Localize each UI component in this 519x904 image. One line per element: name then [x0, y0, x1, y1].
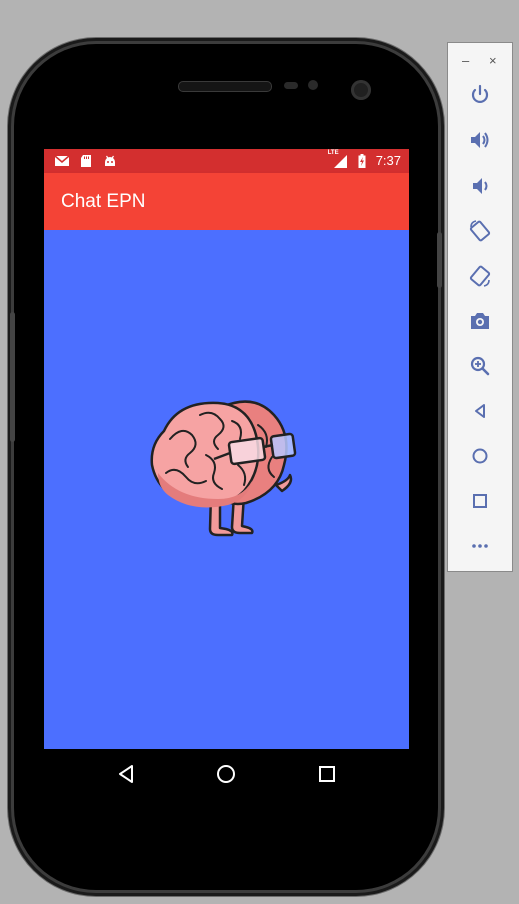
- recents-icon[interactable]: [316, 763, 338, 785]
- lte-signal-icon: LTE: [328, 150, 348, 169]
- device-screen: LTE 7:37 Chat EPN: [44, 149, 409, 799]
- home-icon[interactable]: [468, 444, 492, 468]
- toolbar-window-controls: – ×: [448, 53, 512, 69]
- side-button-right[interactable]: [437, 232, 442, 288]
- emulator-toolbar: – ×: [447, 42, 513, 572]
- rotate-left-icon[interactable]: [468, 219, 492, 243]
- back-icon[interactable]: [468, 399, 492, 423]
- app-title: Chat EPN: [61, 191, 146, 212]
- navigation-bar: [44, 749, 409, 799]
- earpiece-speaker: [178, 81, 272, 92]
- minimize-button[interactable]: –: [462, 53, 469, 68]
- power-icon[interactable]: [468, 83, 492, 107]
- overview-icon[interactable]: [468, 489, 492, 513]
- status-bar: LTE 7:37: [44, 149, 409, 173]
- close-button[interactable]: ×: [489, 53, 497, 68]
- network-type-label: LTE: [327, 150, 339, 156]
- status-time: 7:37: [375, 153, 401, 168]
- gmail-notification-icon: [54, 153, 70, 169]
- light-sensor: [308, 80, 318, 90]
- side-button-left[interactable]: [10, 312, 15, 442]
- proximity-sensor: [284, 82, 298, 89]
- app-toolbar: Chat EPN: [44, 173, 409, 230]
- battery-charging-icon: [354, 153, 370, 169]
- zoom-icon[interactable]: [468, 354, 492, 378]
- rotate-right-icon[interactable]: [468, 264, 492, 288]
- brain-with-glasses-illustration: [150, 400, 297, 537]
- volume-up-icon[interactable]: [468, 128, 492, 152]
- back-icon[interactable]: [115, 763, 137, 785]
- screenshot-camera-icon[interactable]: [468, 309, 492, 333]
- volume-down-icon[interactable]: [468, 174, 492, 198]
- splash-content: [44, 230, 409, 749]
- status-bar-system: LTE 7:37: [328, 150, 401, 169]
- more-icon[interactable]: [468, 534, 492, 558]
- android-debug-icon: [102, 153, 118, 169]
- front-camera: [351, 80, 371, 100]
- emulator-window: LTE 7:37 Chat EPN – ×: [0, 0, 519, 904]
- home-icon[interactable]: [215, 763, 237, 785]
- status-bar-notifications: [54, 153, 118, 169]
- sd-card-icon: [78, 153, 94, 169]
